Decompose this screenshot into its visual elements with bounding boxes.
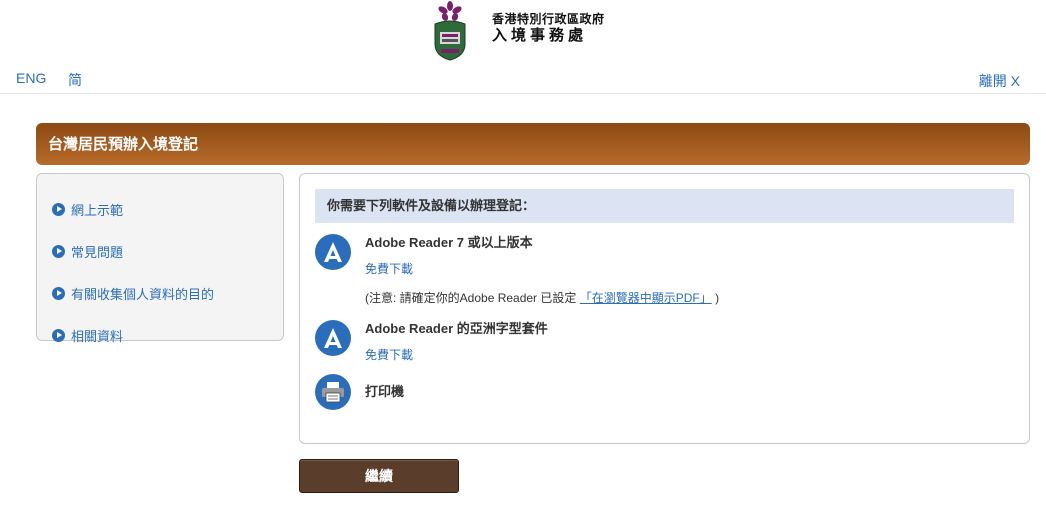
requirement-name: Adobe Reader 的亞洲字型套件 [365,321,548,336]
note-suffix: ) [715,291,720,305]
requirements-heading: 你需要下列軟件及設備以辦理登記： [315,189,1014,223]
sidebar-item-label: 常見問題 [71,244,124,260]
sidebar-item-personal-data[interactable]: 有關收集個人資料的目的 [37,272,283,314]
site-header: 香港特別行政區政府 入境事務處 ENG 简 離開 X [0,0,1046,94]
government-name: 香港特別行政區政府 [492,12,605,26]
requirement-printer: 打印機 [315,374,404,410]
sidebar-item-online-demo[interactable]: 網上示範 [37,188,283,230]
emblem-icon [434,1,466,61]
pdf-browser-setting-link[interactable]: 「在瀏覽器中顯示PDF」 [580,291,712,305]
requirement-asian-font-pack: Adobe Reader 的亞洲字型套件 免費下載 [315,320,548,363]
note-prefix: (注意: 請確定你的Adobe Reader 已設定 [365,291,577,305]
free-download-link[interactable]: 免費下載 [365,260,719,277]
printer-icon [315,374,351,410]
department-title: 入境事務處 [492,27,588,44]
arrow-circle-icon [52,244,65,258]
leave-link[interactable]: 離開 X [979,71,1020,91]
requirement-adobe-reader: Adobe Reader 7 或以上版本 免費下載 (注意: 請確定你的Adob… [315,234,719,306]
sidebar-item-label: 網上示範 [71,202,124,218]
arrow-circle-icon [52,286,65,300]
sidebar-item-label: 有關收集個人資料的目的 [71,286,215,302]
adobe-reader-icon [315,234,351,270]
sidebar-item-faq[interactable]: 常見問題 [37,230,283,272]
continue-button[interactable]: 繼續 [299,459,459,493]
requirements-panel: 你需要下列軟件及設備以辦理登記： Adobe Reader 7 或以上版本 免費… [299,173,1030,444]
sidebar-item-related-info[interactable]: 相關資料 [37,314,283,356]
department-logo[interactable]: 香港特別行政區政府 入境事務處 [432,0,605,62]
requirement-name: Adobe Reader 7 或以上版本 [365,235,533,250]
sidebar-item-label: 相關資料 [71,328,124,344]
arrow-circle-icon [52,328,65,342]
sidebar: 網上示範 常見問題 有關收集個人資料的目的 相關資料 [36,173,284,344]
requirement-note: (注意: 請確定你的Adobe Reader 已設定 「在瀏覽器中顯示PDF」 … [365,289,719,306]
adobe-reader-icon [315,320,351,356]
requirement-name: 打印機 [365,384,405,399]
department-name: 香港特別行政區政府 入境事務處 [492,12,605,46]
page-title: 台灣居民預辦入境登記 [36,123,1030,165]
arrow-circle-icon [52,202,65,216]
language-english-link[interactable]: ENG [16,70,46,86]
free-download-link[interactable]: 免費下載 [365,346,548,363]
language-simplified-link[interactable]: 简 [68,70,82,90]
